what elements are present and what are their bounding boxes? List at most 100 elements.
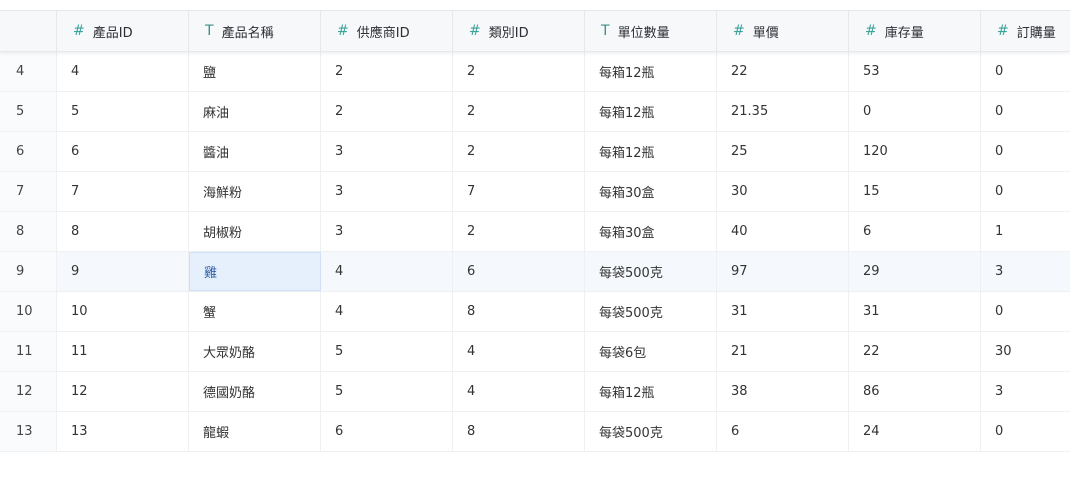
table-cell[interactable]: 22 [717,52,849,91]
table-cell[interactable]: 0 [849,92,981,131]
table-cell[interactable]: 29 [849,252,981,291]
table-cell[interactable]: 每箱12瓶 [585,92,717,131]
row-number[interactable]: 11 [0,332,57,371]
column-header[interactable]: # 庫存量 [849,11,981,51]
table-cell[interactable]: 每箱12瓶 [585,132,717,171]
table-cell[interactable]: 0 [981,412,1070,451]
table-cell[interactable]: 25 [717,132,849,171]
column-header[interactable]: T 單位數量 [585,11,717,51]
table-cell[interactable]: 每袋500克 [585,292,717,331]
row-number[interactable]: 12 [0,372,57,411]
table-cell[interactable]: 30 [717,172,849,211]
table-cell[interactable]: 2 [453,132,585,171]
table-cell[interactable]: 3 [321,172,453,211]
table-cell[interactable]: 4 [321,252,453,291]
table-row[interactable]: 6 6 醬油 3 2 每箱12瓶 25 120 0 [0,132,1070,172]
table-cell[interactable]: 97 [717,252,849,291]
row-number[interactable]: 9 [0,252,57,291]
table-cell[interactable]: 30 [981,332,1070,371]
table-cell[interactable]: 8 [453,412,585,451]
table-cell[interactable]: 9 [57,252,189,291]
column-header[interactable]: # 單價 [717,11,849,51]
table-cell[interactable]: 6 [453,252,585,291]
row-number[interactable]: 8 [0,212,57,251]
column-header[interactable]: # 產品ID [57,11,189,51]
table-cell[interactable]: 120 [849,132,981,171]
table-cell[interactable]: 6 [717,412,849,451]
table-cell[interactable]: 每袋6包 [585,332,717,371]
column-header[interactable]: # 類別ID [453,11,585,51]
table-cell[interactable]: 11 [57,332,189,371]
table-cell[interactable]: 每箱30盒 [585,212,717,251]
table-cell[interactable]: 麻油 [189,92,321,131]
table-cell[interactable]: 31 [849,292,981,331]
table-cell[interactable]: 53 [849,52,981,91]
table-cell[interactable]: 4 [57,52,189,91]
table-cell[interactable]: 6 [57,132,189,171]
table-cell[interactable]: 8 [57,212,189,251]
table-cell[interactable]: 醬油 [189,132,321,171]
table-cell[interactable]: 每箱30盒 [585,172,717,211]
table-cell[interactable]: 每箱12瓶 [585,372,717,411]
table-cell[interactable]: 4 [453,332,585,371]
table-row[interactable]: 13 13 龍蝦 6 8 每袋500克 6 24 0 [0,412,1070,452]
table-cell[interactable]: 7 [57,172,189,211]
row-number[interactable]: 5 [0,92,57,131]
table-row[interactable]: 8 8 胡椒粉 3 2 每箱30盒 40 6 1 [0,212,1070,252]
table-cell[interactable]: 24 [849,412,981,451]
table-row[interactable]: 9 9 雞 4 6 每袋500克 97 29 3 [0,252,1070,292]
table-cell[interactable]: 2 [453,212,585,251]
table-cell[interactable]: 38 [717,372,849,411]
table-cell[interactable]: 21 [717,332,849,371]
table-cell[interactable]: 40 [717,212,849,251]
table-cell[interactable]: 1 [981,212,1070,251]
table-cell[interactable]: 4 [321,292,453,331]
table-cell[interactable]: 每箱12瓶 [585,52,717,91]
table-cell[interactable]: 2 [453,92,585,131]
table-cell[interactable]: 12 [57,372,189,411]
table-cell[interactable]: 龍蝦 [189,412,321,451]
table-cell[interactable]: 海鮮粉 [189,172,321,211]
table-cell[interactable]: 0 [981,132,1070,171]
table-cell[interactable]: 0 [981,292,1070,331]
table-cell[interactable]: 0 [981,52,1070,91]
table-cell[interactable]: 3 [981,252,1070,291]
table-cell[interactable]: 胡椒粉 [189,212,321,251]
table-cell[interactable]: 德國奶酪 [189,372,321,411]
table-cell[interactable]: 0 [981,92,1070,131]
table-cell[interactable]: 鹽 [189,52,321,91]
column-header[interactable]: # 訂購量 [981,11,1070,51]
column-header[interactable]: # 供應商ID [321,11,453,51]
table-cell[interactable]: 10 [57,292,189,331]
row-number[interactable]: 4 [0,52,57,91]
table-cell[interactable]: 4 [453,372,585,411]
table-cell[interactable]: 5 [57,92,189,131]
table-row[interactable]: 11 11 大眾奶酪 5 4 每袋6包 21 22 30 [0,332,1070,372]
table-cell[interactable]: 6 [321,412,453,451]
table-cell[interactable]: 蟹 [189,292,321,331]
table-cell[interactable]: 15 [849,172,981,211]
table-cell[interactable]: 3 [321,212,453,251]
table-cell[interactable]: 3 [321,132,453,171]
table-cell[interactable]: 大眾奶酪 [189,332,321,371]
column-header[interactable]: T 產品名稱 [189,11,321,51]
table-cell[interactable]: 5 [321,372,453,411]
table-cell[interactable]: 0 [981,172,1070,211]
table-cell[interactable]: 2 [321,92,453,131]
table-cell[interactable]: 7 [453,172,585,211]
table-cell[interactable]: 31 [717,292,849,331]
table-cell[interactable]: 22 [849,332,981,371]
row-number[interactable]: 13 [0,412,57,451]
table-row[interactable]: 10 10 蟹 4 8 每袋500克 31 31 0 [0,292,1070,332]
table-cell[interactable]: 8 [453,292,585,331]
row-number[interactable]: 10 [0,292,57,331]
table-cell[interactable]: 86 [849,372,981,411]
table-cell[interactable]: 21.35 [717,92,849,131]
table-cell[interactable]: 雞 [189,252,321,291]
table-cell[interactable]: 5 [321,332,453,371]
table-row[interactable]: 7 7 海鮮粉 3 7 每箱30盒 30 15 0 [0,172,1070,212]
table-cell[interactable]: 每袋500克 [585,252,717,291]
table-cell[interactable]: 3 [981,372,1070,411]
table-row[interactable]: 5 5 麻油 2 2 每箱12瓶 21.35 0 0 [0,92,1070,132]
table-cell[interactable]: 每袋500克 [585,412,717,451]
